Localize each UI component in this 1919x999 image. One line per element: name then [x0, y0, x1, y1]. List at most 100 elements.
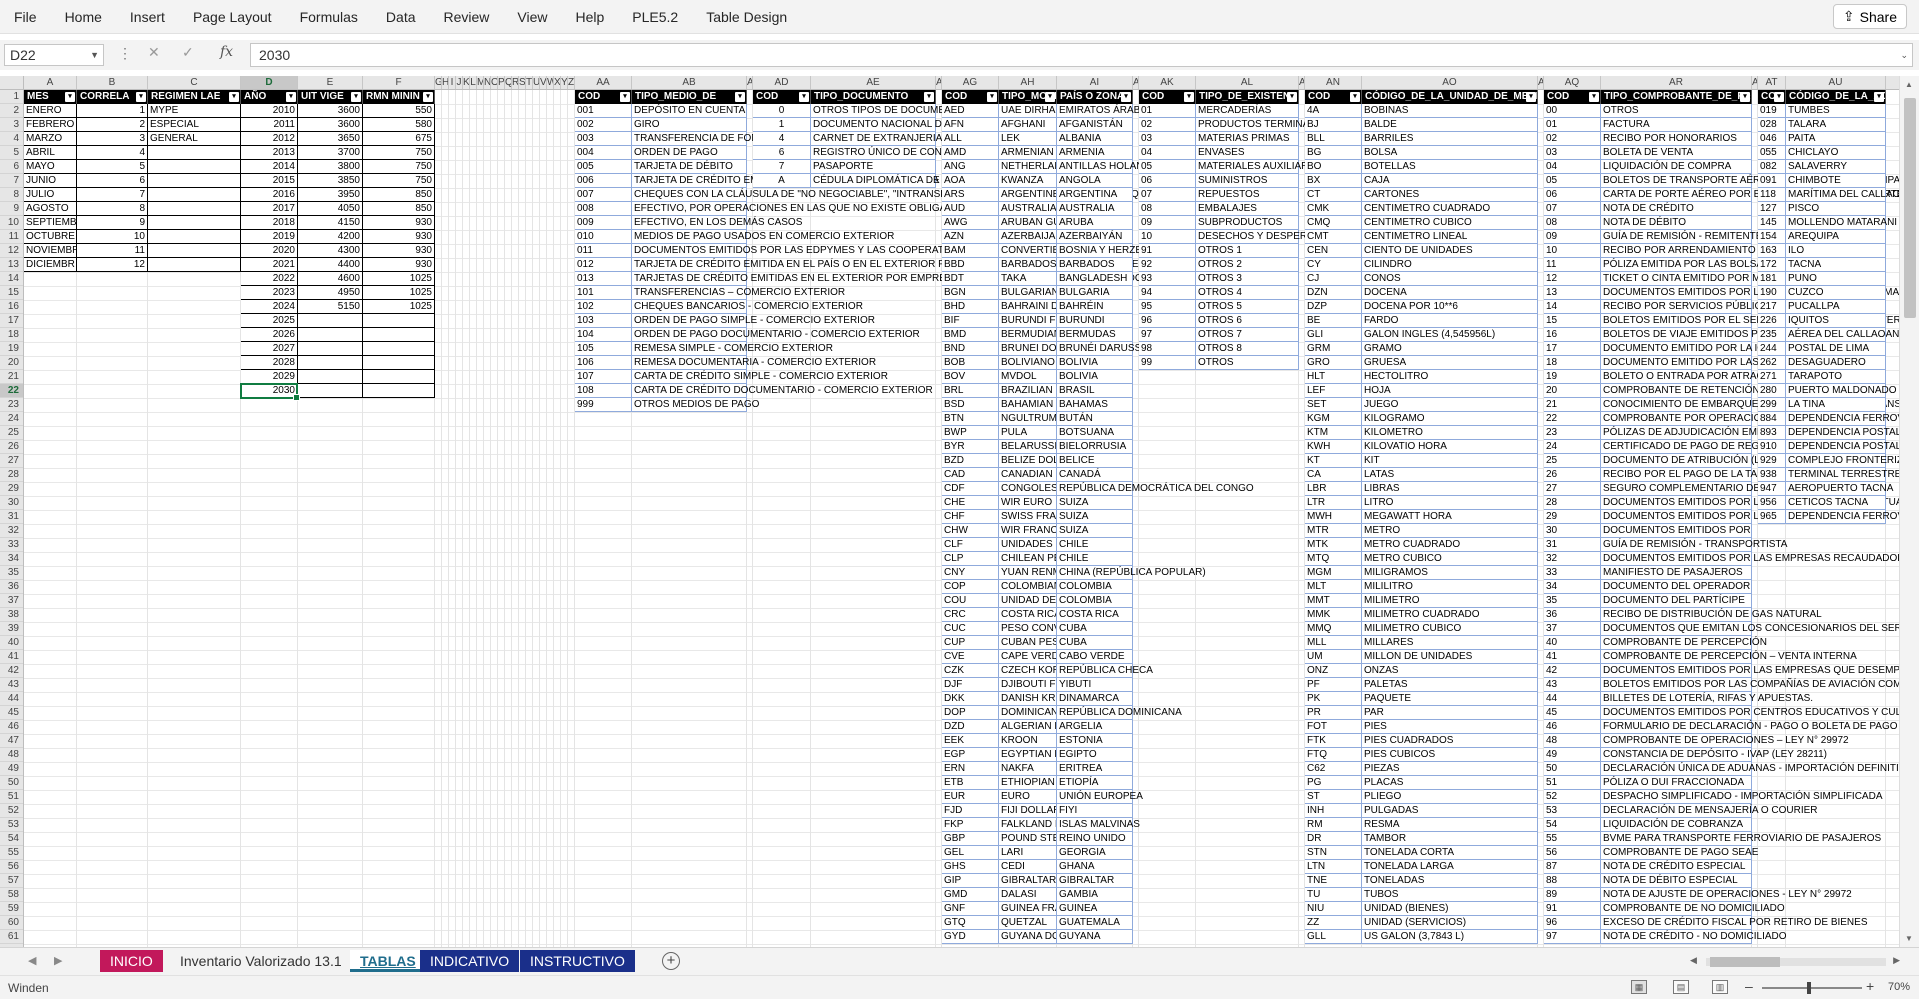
row-header[interactable]: 31 — [0, 510, 23, 524]
table-cell[interactable]: DOCUMENTOS EMITIDOS POR LAS EMPRESAS REC… — [1601, 552, 1899, 566]
table-cell[interactable]: CENTIMETRO CUADRADO — [1362, 202, 1538, 216]
table-cell[interactable]: EGYPTIAN POUND — [999, 748, 1057, 762]
column-header-z[interactable]: Z — [568, 76, 575, 89]
filter-dropdown-icon[interactable]: ▾ — [799, 92, 809, 102]
row-header[interactable]: 38 — [0, 608, 23, 622]
table-cell[interactable]: PK — [1305, 692, 1362, 706]
page-layout-view-icon[interactable]: ▤ — [1673, 980, 1689, 994]
table-cell[interactable]: HECTOLITRO — [1362, 370, 1538, 384]
table-cell[interactable]: 2022 — [241, 272, 298, 286]
table-cell[interactable]: CHW — [942, 524, 999, 538]
table-cell[interactable]: 4050 — [298, 202, 363, 216]
table-cell[interactable]: 930 — [363, 230, 435, 244]
table-cell[interactable]: FOT — [1305, 720, 1362, 734]
table-cell[interactable]: 31 — [1544, 538, 1601, 552]
table-cell[interactable]: ORDEN DE PAGO — [632, 146, 747, 160]
table-cell[interactable]: SET — [1305, 398, 1362, 412]
table-cell[interactable]: 010 — [575, 230, 632, 244]
table-cell[interactable]: YIBUTI — [1057, 678, 1133, 692]
table-cell[interactable]: 4950 — [298, 286, 363, 300]
table-cell[interactable]: TRANSFERENCIA DE FONDOS — [632, 132, 780, 146]
table-cell[interactable]: HLT — [1305, 370, 1362, 384]
table-cell[interactable]: 154 — [1758, 230, 1786, 244]
table-cell[interactable]: BOLETA DE VENTA — [1601, 146, 1752, 160]
table-cell[interactable]: INH — [1305, 804, 1362, 818]
table-cell[interactable]: AED — [942, 104, 999, 118]
table-cell[interactable]: KT — [1305, 454, 1362, 468]
filter-dropdown-icon[interactable]: ▾ — [286, 92, 296, 102]
table-cell[interactable]: 007 — [575, 188, 632, 202]
table-cell[interactable]: COSTA RICAN COLON — [999, 608, 1057, 622]
table-cell[interactable]: LIBRAS — [1362, 482, 1538, 496]
filter-dropdown-icon[interactable]: ▾ — [924, 92, 934, 102]
table-cell[interactable]: IQUITOS — [1786, 314, 1886, 328]
table-cell[interactable]: 2014 — [241, 160, 298, 174]
table-cell[interactable]: GUYANA — [1057, 930, 1133, 944]
table-cell[interactable]: NOTA DE CRÉDITO ESPECIAL — [1601, 860, 1752, 874]
table-cell[interactable]: RM — [1305, 818, 1362, 832]
table-cell[interactable]: 5150 — [298, 300, 363, 314]
table-cell[interactable]: BRUNEI DOLLAR — [999, 342, 1057, 356]
table-cell[interactable]: 965 — [1758, 510, 1786, 524]
table-cell[interactable]: BAHAMIAN DOLLAR — [999, 398, 1057, 412]
table-cell[interactable]: 217 — [1758, 300, 1786, 314]
table-cell[interactable]: COMPROBANTE POR OPERACIONES NO HABITUALE… — [1601, 412, 1865, 426]
table-cell[interactable]: OTROS MEDIOS DE PAGO — [632, 398, 759, 412]
table-cell[interactable]: BVME PARA TRANSPORTE FERROVIARIO DE PASA… — [1601, 832, 1881, 846]
table-cell[interactable]: BELIZE DOLLAR — [999, 454, 1057, 468]
scroll-up-icon[interactable]: ▲ — [1905, 80, 1913, 89]
table-cell[interactable]: SEPTIEMBR — [24, 216, 77, 230]
table-cell[interactable]: GUATEMALA — [1057, 916, 1133, 930]
table-cell[interactable]: ETHIOPIAN BIRR — [999, 776, 1057, 790]
table-cell[interactable]: BZD — [942, 454, 999, 468]
table-cell[interactable]: 181 — [1758, 272, 1786, 286]
table-cell[interactable]: 17 — [1544, 342, 1601, 356]
row-header[interactable]: 48 — [0, 748, 23, 762]
table-cell[interactable]: 11 — [77, 244, 148, 258]
row-header[interactable]: 46 — [0, 720, 23, 734]
table-cell[interactable]: 3650 — [298, 132, 363, 146]
table-cell[interactable]: 10 — [77, 230, 148, 244]
table-cell[interactable]: 98 — [1139, 342, 1196, 356]
table-header-cell[interactable]: PAÍS O ZONA ▾ — [1057, 90, 1133, 104]
table-cell[interactable]: SUIZA — [1057, 510, 1133, 524]
table-cell[interactable]: 07 — [1544, 202, 1601, 216]
table-cell[interactable]: 25 — [1544, 454, 1601, 468]
table-cell[interactable]: BDT — [942, 272, 999, 286]
table-cell[interactable]: TUBOS — [1362, 888, 1538, 902]
table-cell[interactable]: TONELADA LARGA — [1362, 860, 1538, 874]
filter-dropdown-icon[interactable]: ▾ — [1740, 92, 1750, 102]
row-header[interactable]: 19 — [0, 342, 23, 356]
table-cell[interactable]: METRO CUBICO — [1362, 552, 1538, 566]
table-cell[interactable]: PESO CONVERTIBLE — [999, 622, 1057, 636]
column-header-p[interactable]: P — [498, 76, 505, 89]
column-header-ae[interactable]: AE — [811, 76, 936, 89]
column-header-au[interactable]: AU — [1786, 76, 1886, 89]
table-cell[interactable]: MANIFIESTO DE PASAJEROS — [1601, 566, 1752, 580]
table-cell[interactable]: COMPLEJO FRONTERIZO — [1786, 454, 1899, 468]
table-cell[interactable]: ALGERIAN DINAR — [999, 720, 1057, 734]
row-header[interactable]: 57 — [0, 874, 23, 888]
filter-dropdown-icon[interactable]: ▾ — [1874, 92, 1884, 102]
table-cell[interactable]: MTR — [1305, 524, 1362, 538]
table-cell[interactable]: GUINEA FRANC — [999, 902, 1057, 916]
table-cell[interactable]: 244 — [1758, 342, 1786, 356]
table-cell[interactable]: GRUESA — [1362, 356, 1538, 370]
table-cell[interactable]: 013 — [575, 272, 632, 286]
column-header-aq[interactable]: AQ — [1544, 76, 1601, 89]
table-cell[interactable]: LATAS — [1362, 468, 1538, 482]
table-cell[interactable]: 02 — [1139, 118, 1196, 132]
table-cell[interactable]: CARTA DE CRÉDITO SIMPLE - COMERCIO EXTER… — [632, 370, 888, 384]
row-header[interactable]: 11 — [0, 230, 23, 244]
row-header[interactable]: 47 — [0, 734, 23, 748]
table-cell[interactable] — [363, 370, 435, 384]
table-cell[interactable]: CLP — [942, 552, 999, 566]
table-cell[interactable]: OTROS 6 — [1196, 314, 1299, 328]
table-cell[interactable]: 41 — [1544, 650, 1601, 664]
table-cell[interactable]: 01 — [1544, 118, 1601, 132]
table-cell[interactable]: FTQ — [1305, 748, 1362, 762]
row-header[interactable]: 24 — [0, 412, 23, 426]
table-cell[interactable]: 34 — [1544, 580, 1601, 594]
table-cell[interactable]: UNIÓN EUROPEA — [1057, 790, 1143, 804]
table-cell[interactable]: DOCUMENTOS EMITIDOS POR — [1601, 524, 1752, 538]
